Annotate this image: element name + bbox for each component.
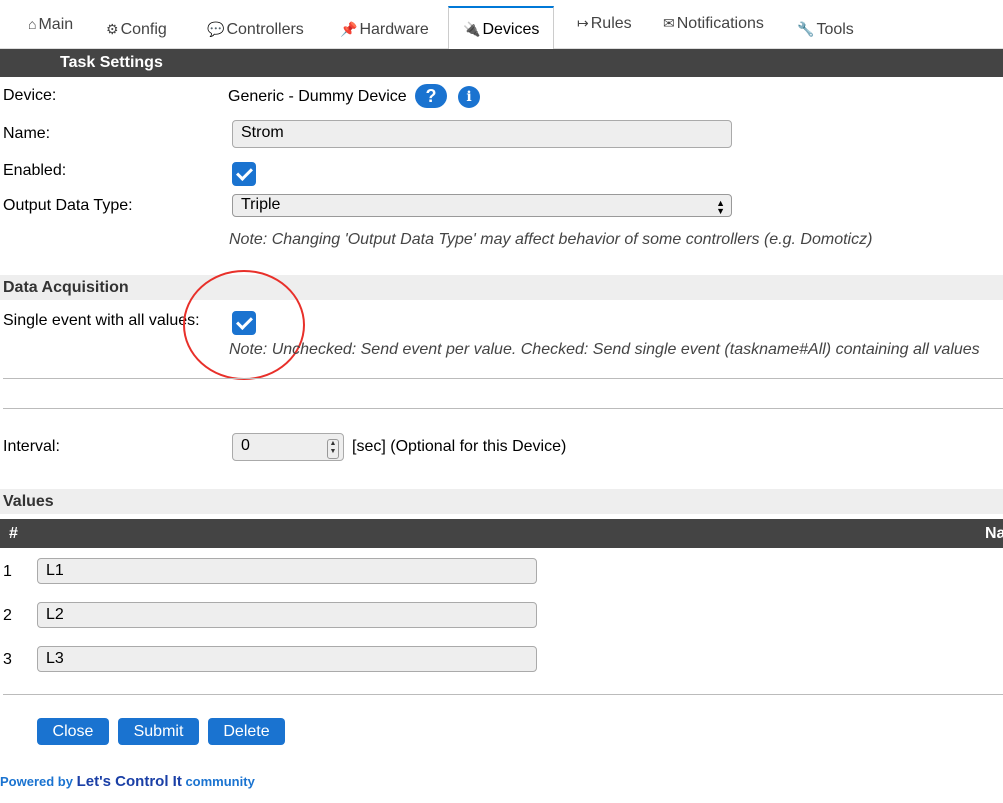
tab-bar: ⌂ Main ⚙ Config 💬 Controllers 📌 Hardware 🔌 De… xyxy=(0,0,1003,52)
brand-link[interactable]: Let's Control It xyxy=(77,773,182,790)
output-data-type-note: Note: Changing 'Output Data Type' may af… xyxy=(229,231,873,248)
values-header: Values xyxy=(0,489,1003,514)
pushpin-icon: 📌 xyxy=(340,21,358,37)
enabled-label: Enabled: xyxy=(3,162,67,179)
value-row-number: 2 xyxy=(3,607,12,624)
divider xyxy=(3,694,1003,695)
interval-suffix: [sec] (Optional for this Device) xyxy=(352,438,567,455)
output-data-type-label: Output Data Type: xyxy=(3,197,133,214)
tab-config[interactable]: ⚙ Config xyxy=(106,9,167,49)
column-number-header: # xyxy=(9,525,18,542)
divider xyxy=(3,408,1003,409)
tab-devices[interactable]: 🔌 Devices xyxy=(448,6,555,52)
tab-main[interactable]: ⌂ Main xyxy=(28,4,73,44)
device-label: Device: xyxy=(3,87,57,104)
help-icon[interactable]: ? xyxy=(415,84,447,108)
column-name-header: Na xyxy=(985,525,1003,542)
arrow-icon: ↦ xyxy=(577,15,589,31)
values-table-header: # Na xyxy=(0,519,1003,548)
footer: Powered by Let's Control It community xyxy=(0,773,255,790)
interval-label: Interval: xyxy=(3,438,60,455)
tab-hardware[interactable]: 📌 Hardware xyxy=(340,9,429,49)
single-event-note: Note: Unchecked: Send event per value. C… xyxy=(229,341,980,358)
divider xyxy=(3,378,1003,379)
info-icon[interactable]: i xyxy=(458,86,480,108)
close-button[interactable]: Close xyxy=(37,718,109,745)
value-row-number: 1 xyxy=(3,563,12,580)
device-value: Generic - Dummy Device xyxy=(228,88,407,105)
interval-input[interactable]: 0 ▲ ▼ xyxy=(232,433,344,461)
single-event-label: Single event with all values: xyxy=(3,312,200,329)
tab-tools[interactable]: 🔧 Tools xyxy=(797,9,854,49)
gear-icon: ⚙ xyxy=(106,21,119,37)
wrench-icon: 🔧 xyxy=(797,21,815,37)
data-acquisition-header: Data Acquisition xyxy=(0,275,1003,300)
value-name-input[interactable]: L1 xyxy=(37,558,537,584)
speech-bubble-icon: 💬 xyxy=(207,21,225,37)
plug-icon: 🔌 xyxy=(463,21,481,37)
value-name-input[interactable]: L2 xyxy=(37,602,537,628)
spinner-icon[interactable]: ▲ ▼ xyxy=(327,439,339,459)
tab-controllers[interactable]: 💬 Controllers xyxy=(207,9,304,49)
tab-notifications[interactable]: ✉ Notifications xyxy=(663,3,764,43)
name-input[interactable]: Strom xyxy=(232,120,732,148)
name-label: Name: xyxy=(3,125,51,142)
select-arrows-icon: ▲ ▼ xyxy=(716,198,725,216)
red-highlight-circle xyxy=(183,270,305,380)
task-settings-header: Task Settings xyxy=(0,49,1003,77)
home-icon: ⌂ xyxy=(28,16,37,32)
output-data-type-select[interactable]: Triple ▲ ▼ xyxy=(232,194,732,217)
tab-rules[interactable]: ↦ Rules xyxy=(577,3,632,43)
envelope-icon: ✉ xyxy=(663,15,675,31)
value-name-input[interactable]: L3 xyxy=(37,646,537,672)
enabled-checkbox[interactable] xyxy=(232,162,256,186)
value-row-number: 3 xyxy=(3,651,12,668)
submit-button[interactable]: Submit xyxy=(118,718,199,745)
delete-button[interactable]: Delete xyxy=(208,718,285,745)
